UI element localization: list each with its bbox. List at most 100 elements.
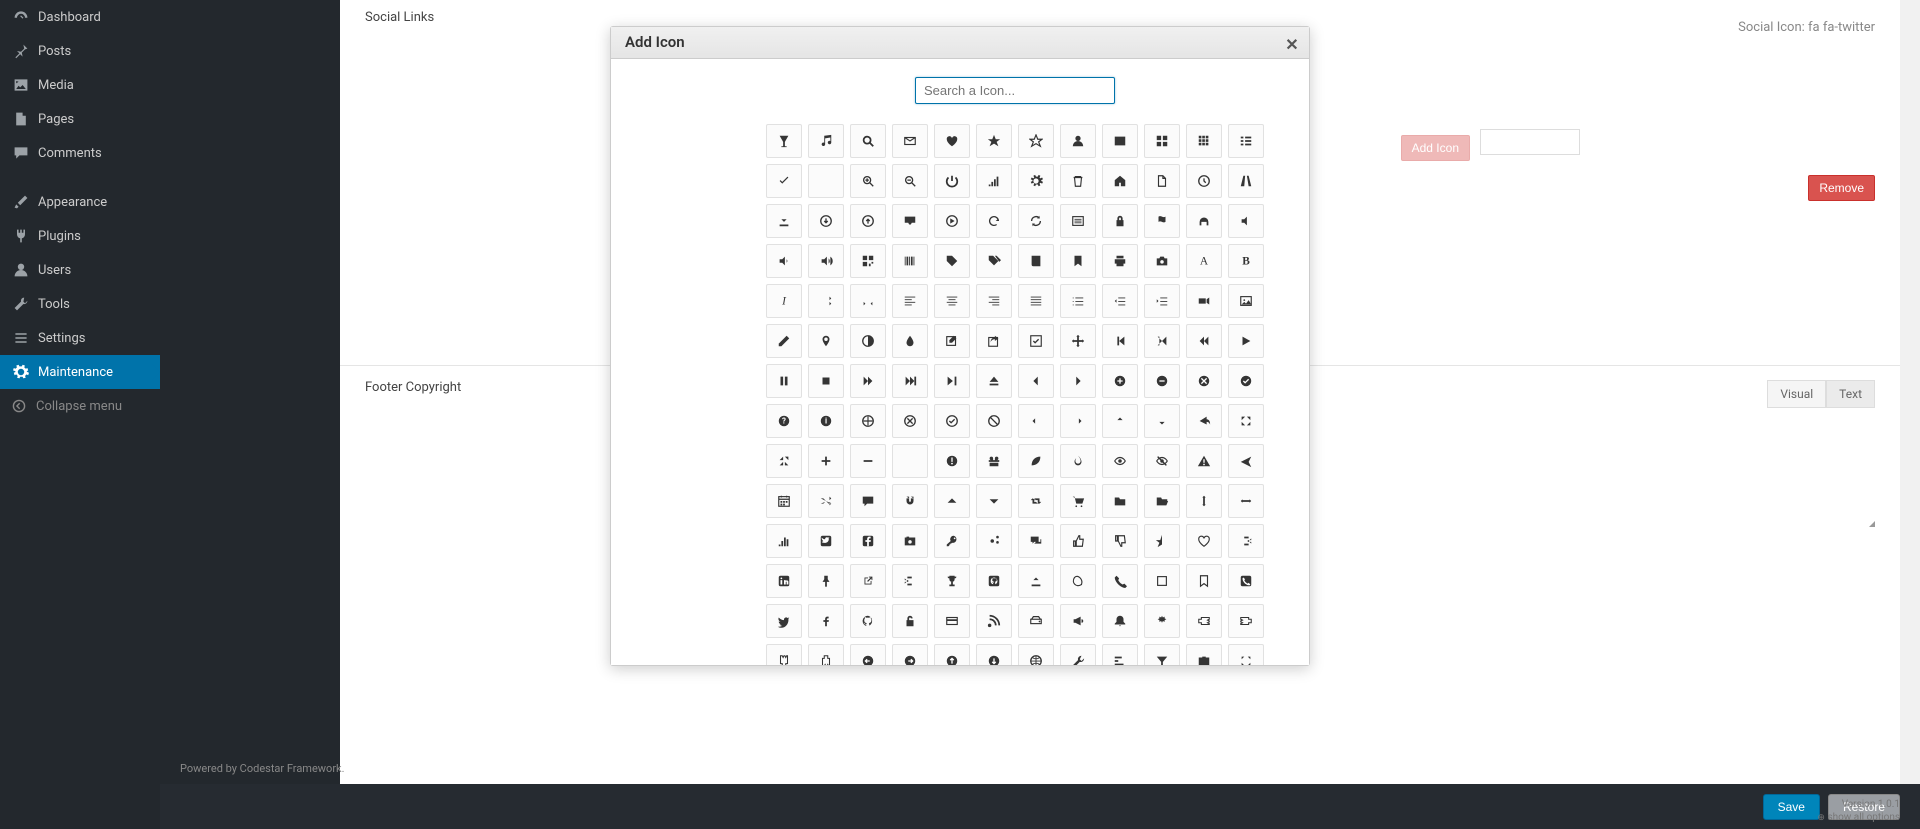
arrow-down-icon[interactable] xyxy=(1144,404,1180,438)
eject-icon[interactable] xyxy=(976,364,1012,398)
bar-chart-icon[interactable] xyxy=(766,524,802,558)
github-icon[interactable] xyxy=(850,604,886,638)
github-square-icon[interactable] xyxy=(976,564,1012,598)
arrows-icon[interactable] xyxy=(1060,324,1096,358)
thumbs-o-up-icon[interactable] xyxy=(1060,524,1096,558)
share-square-o-icon[interactable] xyxy=(976,324,1012,358)
music-icon[interactable] xyxy=(808,124,844,158)
tags-icon[interactable] xyxy=(976,244,1012,278)
camera-retro-icon[interactable] xyxy=(892,524,928,558)
picture-o-icon[interactable] xyxy=(1228,284,1264,318)
arrow-circle-down-icon[interactable] xyxy=(976,644,1012,665)
hand-o-down-icon[interactable] xyxy=(808,644,844,665)
times-circle-icon[interactable] xyxy=(1186,364,1222,398)
print-icon[interactable] xyxy=(1102,244,1138,278)
gift-icon[interactable] xyxy=(976,444,1012,478)
play-circle-o-icon[interactable] xyxy=(934,204,970,238)
magnet-icon[interactable] xyxy=(892,484,928,518)
facebook-square-icon[interactable] xyxy=(850,524,886,558)
map-marker-icon[interactable] xyxy=(808,324,844,358)
film-icon[interactable] xyxy=(1102,124,1138,158)
exclamation-circle-icon[interactable] xyxy=(934,444,970,478)
refresh-icon[interactable] xyxy=(1018,204,1054,238)
italic-icon[interactable]: I xyxy=(766,284,802,318)
info-circle-icon[interactable]: i xyxy=(808,404,844,438)
signal-icon[interactable] xyxy=(976,164,1012,198)
fast-forward-icon[interactable] xyxy=(892,364,928,398)
video-camera-icon[interactable] xyxy=(1186,284,1222,318)
phone-square-icon[interactable] xyxy=(1228,564,1264,598)
align-right-icon[interactable] xyxy=(976,284,1012,318)
download-icon[interactable] xyxy=(766,204,802,238)
heart-icon[interactable] xyxy=(934,124,970,158)
star-half-icon[interactable] xyxy=(1144,524,1180,558)
star-icon[interactable] xyxy=(976,124,1012,158)
volume-off-icon[interactable] xyxy=(1228,204,1264,238)
plus-circle-icon[interactable] xyxy=(1102,364,1138,398)
fire-icon[interactable] xyxy=(1060,444,1096,478)
plane-icon[interactable] xyxy=(1228,444,1264,478)
globe-icon[interactable] xyxy=(1018,644,1054,665)
compress-icon[interactable] xyxy=(766,444,802,478)
tint-icon[interactable] xyxy=(892,324,928,358)
comment-icon[interactable] xyxy=(850,484,886,518)
arrow-up-icon[interactable] xyxy=(1102,404,1138,438)
square-o-icon[interactable] xyxy=(1144,564,1180,598)
repeat-icon[interactable] xyxy=(976,204,1012,238)
bookmark-icon[interactable] xyxy=(1060,244,1096,278)
crosshairs-icon[interactable] xyxy=(850,404,886,438)
unlock-icon[interactable] xyxy=(892,604,928,638)
filter-icon[interactable] xyxy=(1144,644,1180,665)
certificate-icon[interactable] xyxy=(1144,604,1180,638)
hand-o-up-icon[interactable] xyxy=(766,644,802,665)
sign-out-icon[interactable] xyxy=(1228,524,1264,558)
arrow-circle-right-icon[interactable] xyxy=(892,644,928,665)
step-backward-icon[interactable] xyxy=(1102,324,1138,358)
th-list-icon[interactable] xyxy=(1228,124,1264,158)
shopping-cart-icon[interactable] xyxy=(1060,484,1096,518)
bell-icon[interactable] xyxy=(1102,604,1138,638)
search-minus-icon[interactable] xyxy=(892,164,928,198)
twitter-square-icon[interactable] xyxy=(808,524,844,558)
user-icon[interactable] xyxy=(1060,124,1096,158)
check-icon[interactable] xyxy=(766,164,802,198)
times-icon[interactable] xyxy=(808,164,844,198)
asterisk-icon[interactable] xyxy=(892,444,928,478)
times-circle-o-icon[interactable] xyxy=(892,404,928,438)
phone-icon[interactable] xyxy=(1102,564,1138,598)
sign-in-icon[interactable] xyxy=(892,564,928,598)
text-height-icon[interactable] xyxy=(808,284,844,318)
arrow-circle-up-icon[interactable] xyxy=(934,644,970,665)
th-icon[interactable] xyxy=(1186,124,1222,158)
facebook-icon[interactable] xyxy=(808,604,844,638)
folder-icon[interactable] xyxy=(1102,484,1138,518)
retweet-icon[interactable] xyxy=(1018,484,1054,518)
briefcase-icon[interactable] xyxy=(1186,644,1222,665)
clock-o-icon[interactable] xyxy=(1186,164,1222,198)
rss-icon[interactable] xyxy=(976,604,1012,638)
flag-icon[interactable] xyxy=(1144,204,1180,238)
arrow-circle-left-icon[interactable] xyxy=(850,644,886,665)
envelope-o-icon[interactable] xyxy=(892,124,928,158)
check-square-o-icon[interactable] xyxy=(1018,324,1054,358)
pause-icon[interactable] xyxy=(766,364,802,398)
modal-close-button[interactable]: ✕ xyxy=(1279,31,1305,57)
glass-icon[interactable] xyxy=(766,124,802,158)
eye-slash-icon[interactable] xyxy=(1144,444,1180,478)
arrow-circle-o-up-icon[interactable] xyxy=(850,204,886,238)
file-o-icon[interactable] xyxy=(1144,164,1180,198)
share-icon[interactable] xyxy=(1186,404,1222,438)
forward-icon[interactable] xyxy=(850,364,886,398)
outdent-icon[interactable] xyxy=(1102,284,1138,318)
list-alt-icon[interactable] xyxy=(1060,204,1096,238)
text-width-icon[interactable] xyxy=(850,284,886,318)
search-plus-icon[interactable] xyxy=(850,164,886,198)
trophy-icon[interactable] xyxy=(934,564,970,598)
edit-icon[interactable] xyxy=(934,324,970,358)
lock-icon[interactable] xyxy=(1102,204,1138,238)
barcode-icon[interactable] xyxy=(892,244,928,278)
tag-icon[interactable] xyxy=(934,244,970,278)
thumbs-o-down-icon[interactable] xyxy=(1102,524,1138,558)
chevron-down-icon[interactable] xyxy=(976,484,1012,518)
plus-icon[interactable] xyxy=(808,444,844,478)
